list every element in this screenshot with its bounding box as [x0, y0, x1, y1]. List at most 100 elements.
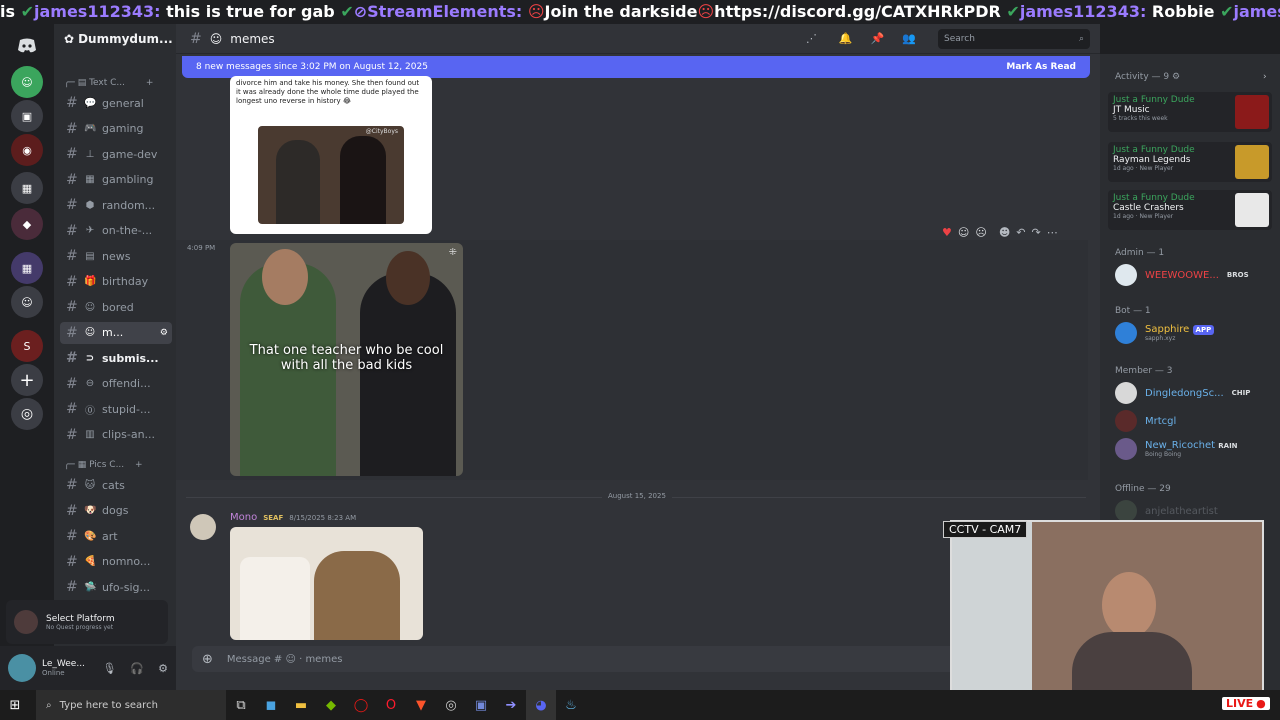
- channel-item[interactable]: # 🎁 birthday: [60, 271, 172, 293]
- heart-reaction-icon[interactable]: ♥: [942, 226, 952, 239]
- forward-icon[interactable]: ↷: [1032, 226, 1041, 239]
- more-icon[interactable]: ⋯: [1047, 226, 1058, 239]
- image-options-icon[interactable]: ⁜: [449, 247, 457, 258]
- channel-item[interactable]: # 🍕 nomno...: [60, 551, 172, 573]
- avatar[interactable]: [8, 654, 36, 682]
- add-channel-icon[interactable]: +: [135, 460, 143, 470]
- headphones-icon[interactable]: 🎧: [130, 662, 144, 675]
- obs-icon[interactable]: ◎: [436, 690, 466, 720]
- app-icon[interactable]: ▣: [466, 690, 496, 720]
- app-icon[interactable]: ➔: [496, 690, 526, 720]
- server-icon[interactable]: ▦: [11, 172, 43, 204]
- threads-icon[interactable]: ⋰: [806, 32, 817, 45]
- laugh-reaction-icon[interactable]: ☺: [958, 226, 969, 239]
- server-folder-icon[interactable]: ▦: [11, 252, 43, 284]
- gear-icon[interactable]: ⚙: [158, 662, 168, 675]
- server-icon[interactable]: ☺: [11, 66, 43, 98]
- server-icon[interactable]: ◉: [11, 134, 43, 166]
- ticker-segment: ✔: [1220, 2, 1234, 21]
- channel-emoji-icon: ⓪: [85, 405, 95, 417]
- hash-icon: #: [66, 528, 78, 544]
- bell-icon[interactable]: 🔔: [839, 32, 853, 45]
- message-author[interactable]: Mono: [230, 512, 257, 523]
- member-row[interactable]: WEEWOOWE... BROS: [1115, 264, 1249, 286]
- chevron-right-icon[interactable]: ›: [1263, 72, 1267, 82]
- server-icon[interactable]: ◆: [11, 208, 43, 240]
- message-toolbar: ♥ ☺ ☹ ☻ ↶ ↷ ⋯: [942, 226, 1058, 239]
- microphone-icon[interactable]: 🎙: [102, 662, 116, 675]
- server-icon[interactable]: S: [11, 330, 43, 362]
- thinking-reaction-icon[interactable]: ☹: [975, 226, 986, 239]
- guild-header[interactable]: ✿ Dummydum... ⌄: [54, 24, 187, 54]
- server-icon[interactable]: ☺: [11, 286, 43, 318]
- meme-image-3[interactable]: [230, 527, 423, 640]
- steam-icon[interactable]: ♨: [556, 690, 586, 720]
- channel-item[interactable]: # 🐶 dogs: [60, 500, 172, 522]
- photo-credit: @CityBoys: [365, 128, 398, 135]
- channel-name: clips-an...: [102, 428, 156, 441]
- category-text[interactable]: ╭─ ▤ Text C... +: [64, 78, 153, 88]
- nvidia-icon[interactable]: ◆: [316, 690, 346, 720]
- gear-icon[interactable]: ⚙: [160, 328, 168, 338]
- server-icon[interactable]: ▣: [11, 100, 43, 132]
- channel-item[interactable]: # ✈ on-the-...: [60, 220, 172, 242]
- new-messages-banner[interactable]: 8 new messages since 3:02 PM on August 1…: [182, 56, 1090, 78]
- discord-taskbar-icon[interactable]: ◕: [526, 690, 556, 720]
- opera-icon[interactable]: O: [376, 690, 406, 720]
- meme-image-2[interactable]: That one teacher who be cool with all th…: [230, 243, 463, 476]
- reply-icon[interactable]: ↶: [1016, 226, 1025, 239]
- mark-as-read-button[interactable]: Mark As Read: [1006, 62, 1076, 72]
- channel-name: cats: [102, 478, 125, 492]
- add-attachment-icon[interactable]: ⊕: [202, 652, 213, 667]
- channel-item[interactable]: # 🛸 ufo-sig...: [60, 576, 172, 598]
- category-pics[interactable]: ╭─ ▦ Pics C... +: [64, 460, 143, 470]
- ticker-segment: james112343:: [1233, 2, 1280, 21]
- channel-item[interactable]: # ⊥ game-dev: [60, 143, 172, 165]
- channel-item[interactable]: # ⬢ random...: [60, 194, 172, 216]
- pin-icon[interactable]: 📌: [871, 32, 885, 45]
- channel-item[interactable]: # ▥ clips-an...: [60, 424, 172, 446]
- channel-item[interactable]: # 🐱 cats: [60, 474, 172, 496]
- search-icon: ⌕: [1078, 33, 1084, 44]
- channel-item[interactable]: # 💬 general: [60, 92, 172, 114]
- search-input[interactable]: Search ⌕: [938, 28, 1090, 49]
- quest-card[interactable]: Select Platform No Quest progress yet: [6, 600, 168, 644]
- channel-item[interactable]: # ⊖ offendi...: [60, 373, 172, 395]
- windows-start-icon[interactable]: ⊞: [0, 690, 30, 720]
- channel-item[interactable]: # ⓪ stupid-...: [60, 398, 172, 420]
- meme-image-1[interactable]: divorce him and take his money. She then…: [230, 76, 432, 234]
- app-icon[interactable]: ◼: [256, 690, 286, 720]
- member-row[interactable]: DingledongSc... CHIP: [1115, 382, 1250, 404]
- channel-item[interactable]: # ▤ news: [60, 245, 172, 267]
- channel-item[interactable]: # ☺ m... ⚙: [60, 321, 172, 344]
- discover-icon[interactable]: ◎: [11, 398, 43, 430]
- channel-item[interactable]: # ☺ bored: [60, 296, 172, 318]
- member-row[interactable]: anjelatheartist: [1115, 500, 1218, 522]
- activity-card[interactable]: Just a Funny Dude Castle Crashers 1d ago…: [1108, 190, 1272, 230]
- avatar[interactable]: [190, 514, 216, 540]
- task-view-icon[interactable]: ⧉: [226, 690, 256, 720]
- activity-card[interactable]: Just a Funny Dude Rayman Legends 1d ago …: [1108, 142, 1272, 182]
- channel-item[interactable]: # ▦ gambling: [60, 169, 172, 191]
- message-composer[interactable]: ⊕ Message # ☺ · memes: [192, 646, 1078, 672]
- add-server-icon[interactable]: +: [11, 364, 43, 396]
- add-reaction-icon[interactable]: ☻: [999, 226, 1010, 239]
- brave-icon[interactable]: ▼: [406, 690, 436, 720]
- taskbar-search[interactable]: ⌕ Type here to search: [36, 690, 226, 720]
- add-channel-icon[interactable]: +: [146, 78, 154, 88]
- member-name: anjelatheartist: [1145, 505, 1218, 517]
- member-list-icon[interactable]: 👥: [902, 32, 916, 45]
- hash-icon: #: [66, 579, 78, 595]
- category-label: Text C...: [89, 78, 125, 88]
- activity-card[interactable]: Just a Funny Dude JT Music 5 tracks this…: [1108, 92, 1272, 132]
- discord-home-icon[interactable]: [11, 30, 43, 62]
- opera-gx-icon[interactable]: ◯: [346, 690, 376, 720]
- guild-tag: CHIP: [1231, 389, 1251, 397]
- channel-item[interactable]: # 🎮 gaming: [60, 118, 172, 140]
- channel-item[interactable]: # 🎨 art: [60, 525, 172, 547]
- file-explorer-icon[interactable]: ▬: [286, 690, 316, 720]
- member-row[interactable]: Mrtcgl: [1115, 410, 1176, 432]
- member-row[interactable]: New_Ricochet RAIN Boing Boing: [1115, 438, 1238, 460]
- channel-item[interactable]: # ⊃ submis...: [60, 347, 172, 369]
- member-row[interactable]: Sapphire APP sapph.xyz: [1115, 322, 1215, 344]
